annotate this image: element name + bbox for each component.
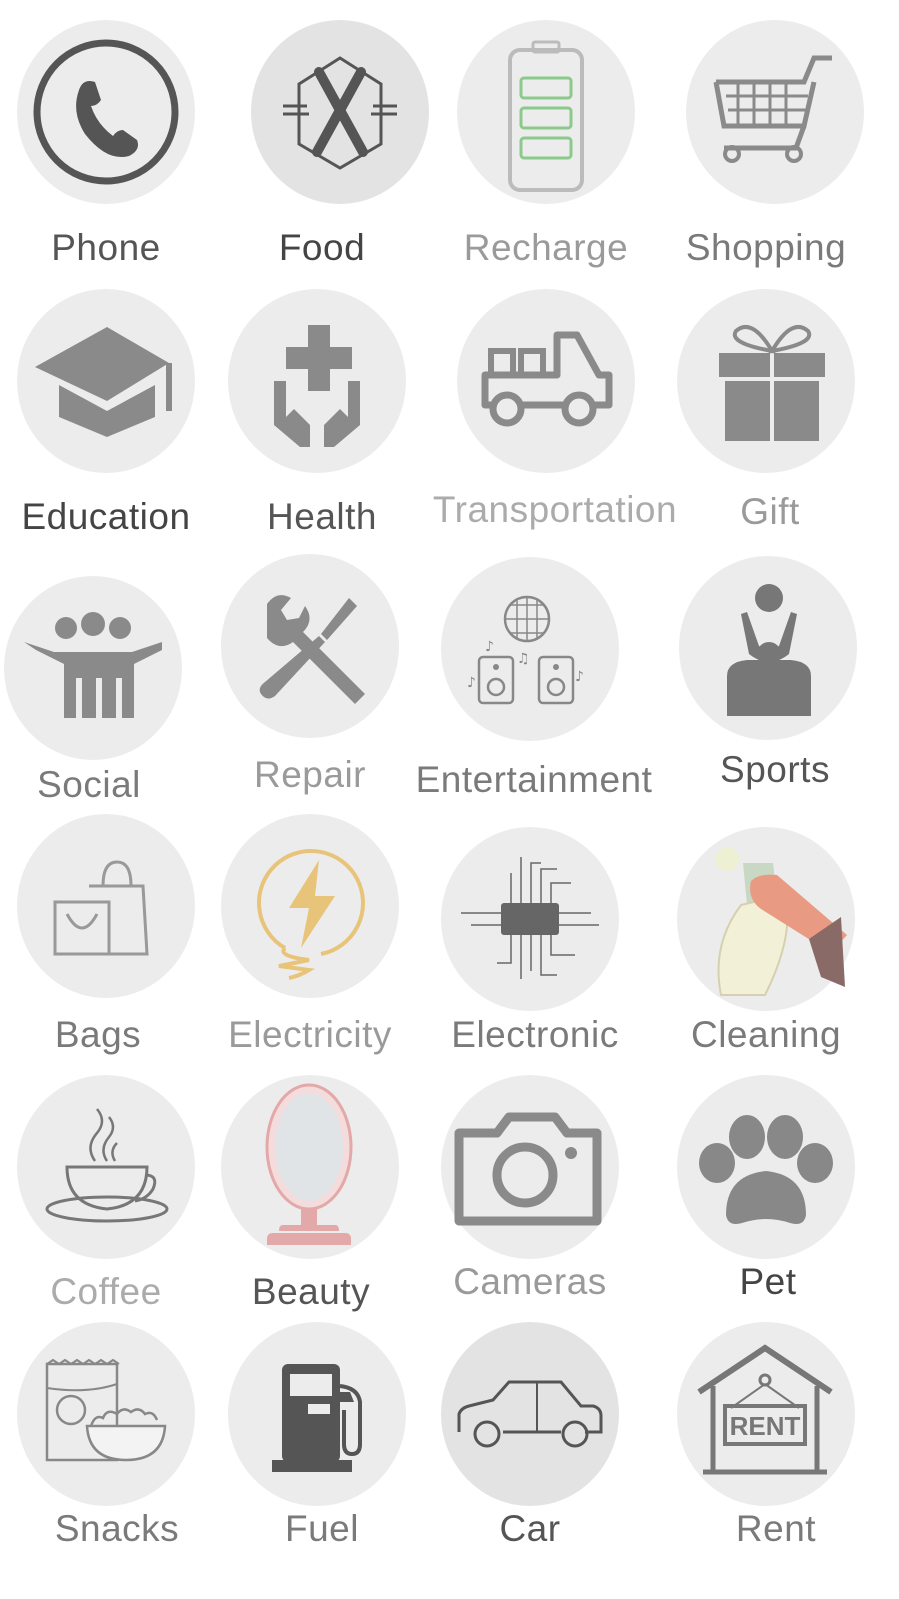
cleaning-icon-circle bbox=[677, 827, 855, 1011]
category-label: Pet bbox=[739, 1261, 797, 1302]
rent-sign-text: RENT bbox=[730, 1411, 801, 1441]
category-label: Shopping bbox=[685, 227, 847, 268]
category-label: Cameras bbox=[453, 1261, 607, 1302]
paw-icon bbox=[699, 1115, 833, 1224]
svg-text:♫: ♫ bbox=[517, 651, 530, 667]
cameras-icon-circle bbox=[441, 1075, 619, 1259]
sports-icon-circle bbox=[679, 556, 857, 740]
microchip-icon bbox=[461, 857, 599, 979]
fuel-pump-icon bbox=[272, 1364, 362, 1472]
category-label: Entertainment bbox=[415, 759, 653, 800]
car-icon bbox=[457, 1380, 603, 1448]
category-label: Snacks bbox=[54, 1508, 180, 1549]
battery-icon bbox=[508, 40, 584, 192]
fuel-icon-circle bbox=[228, 1322, 406, 1506]
coffee-cup-icon bbox=[45, 1108, 169, 1223]
shopping-icon-circle bbox=[686, 20, 864, 204]
fork-cross-icon bbox=[283, 56, 397, 170]
bags-icon-circle bbox=[17, 814, 195, 998]
rent-icon-circle: RENT bbox=[677, 1322, 855, 1506]
phone-icon-circle bbox=[17, 20, 195, 204]
camera-icon bbox=[454, 1112, 602, 1226]
category-label: Car bbox=[499, 1508, 561, 1549]
electricity-icon-circle bbox=[221, 814, 399, 998]
svg-text:♪: ♪ bbox=[467, 675, 476, 691]
shopping-cart-icon bbox=[713, 55, 832, 163]
category-label: Rent bbox=[735, 1508, 817, 1549]
svg-text:♪: ♪ bbox=[575, 669, 584, 685]
disco-speakers-icon: ♪ ♫ ♪ ♪ bbox=[467, 595, 584, 705]
graduation-cap-icon bbox=[35, 327, 172, 437]
category-label: Phone bbox=[51, 227, 161, 268]
electronic-icon-circle bbox=[441, 827, 619, 1011]
pet-icon-circle bbox=[677, 1075, 855, 1259]
food-icon-circle bbox=[251, 20, 429, 204]
category-label: Health bbox=[267, 496, 377, 537]
snacks-icon-circle bbox=[17, 1322, 195, 1506]
repair-icon-circle bbox=[221, 554, 399, 738]
category-label: Social bbox=[37, 764, 141, 805]
truck-icon bbox=[481, 331, 613, 427]
category-label: Recharge bbox=[463, 227, 629, 268]
category-label: Electricity bbox=[228, 1014, 392, 1055]
snacks-bowl-icon bbox=[45, 1358, 167, 1462]
coffee-icon-circle bbox=[17, 1075, 195, 1259]
recharge-icon-circle bbox=[457, 20, 635, 204]
volleyball-player-icon bbox=[727, 584, 811, 716]
vanity-mirror-icon bbox=[265, 1083, 353, 1245]
lightning-plug-icon bbox=[257, 848, 365, 980]
category-label: Fuel bbox=[285, 1508, 359, 1549]
category-label: Repair bbox=[254, 754, 366, 795]
beauty-icon-circle bbox=[221, 1075, 399, 1259]
svg-text:♪: ♪ bbox=[485, 639, 494, 655]
category-label: Cleaning bbox=[690, 1014, 842, 1055]
category-label: Sports bbox=[720, 749, 830, 790]
hands-cross-icon bbox=[274, 325, 360, 447]
people-group-icon bbox=[24, 612, 162, 718]
category-label: Education bbox=[21, 496, 191, 537]
phone-icon bbox=[33, 39, 179, 185]
category-label: Food bbox=[278, 227, 366, 268]
transportation-icon-circle bbox=[457, 289, 635, 473]
category-label: Gift bbox=[740, 491, 800, 532]
car-icon-circle bbox=[441, 1322, 619, 1506]
social-icon-circle bbox=[4, 576, 182, 760]
shopping-bags-icon bbox=[53, 860, 149, 956]
entertainment-icon-circle: ♪ ♫ ♪ ♪ bbox=[441, 557, 619, 741]
gift-icon-circle bbox=[677, 289, 855, 473]
wrench-screwdriver-icon bbox=[259, 595, 365, 704]
rent-sign-icon: RENT bbox=[697, 1344, 833, 1475]
health-icon-circle bbox=[228, 289, 406, 473]
category-label: Beauty bbox=[251, 1271, 371, 1312]
category-label: Bags bbox=[54, 1014, 142, 1055]
category-label: Electronic bbox=[451, 1014, 619, 1055]
gift-icon bbox=[719, 325, 825, 441]
spray-bottle-icon bbox=[715, 847, 847, 996]
category-label: Transportation bbox=[432, 489, 678, 530]
education-icon-circle bbox=[17, 289, 195, 473]
category-label: Coffee bbox=[50, 1271, 162, 1312]
